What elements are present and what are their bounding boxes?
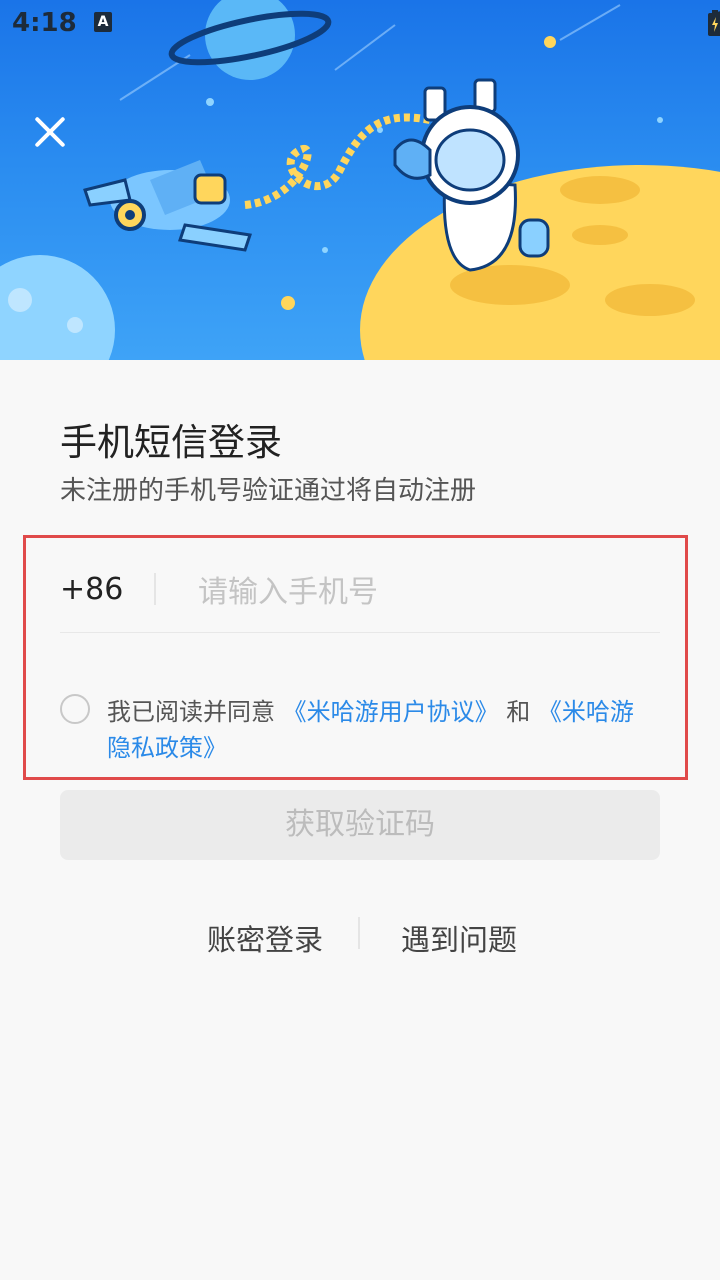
divider (154, 573, 156, 605)
status-time: 4:18 (12, 8, 77, 38)
hero-banner: 4:18 A (0, 0, 720, 360)
agreement-checkbox[interactable] (60, 694, 90, 724)
page-subtitle: 未注册的手机号验证通过将自动注册 (60, 476, 477, 506)
moon (360, 165, 720, 360)
user-agreement-link[interactable]: 《米哈游用户协议》 (283, 698, 499, 726)
phone-input[interactable] (196, 568, 660, 616)
help-link[interactable]: 遇到问题 (401, 917, 517, 959)
bottom-links: 账密登录 遇到问题 (0, 915, 720, 959)
agreement-prefix: 我已阅读并同意 (107, 698, 283, 726)
close-icon[interactable] (28, 110, 72, 154)
get-code-button[interactable]: 获取验证码 (60, 790, 660, 860)
password-login-link[interactable]: 账密登录 (207, 917, 323, 959)
agreement-text: 我已阅读并同意 《米哈游用户协议》 和 《米哈游隐私政策》 (107, 694, 647, 766)
input-underline (60, 632, 660, 633)
battery-icon (708, 10, 720, 36)
page-title: 手机短信登录 (60, 421, 282, 464)
divider (358, 917, 360, 949)
spaceship (83, 160, 252, 252)
agreement-conjunction: 和 (498, 698, 538, 726)
a-icon: A (94, 12, 112, 32)
hero-illustration (0, 0, 720, 360)
country-code-selector[interactable]: +86 (60, 572, 123, 607)
status-bar: 4:18 A (0, 0, 720, 50)
